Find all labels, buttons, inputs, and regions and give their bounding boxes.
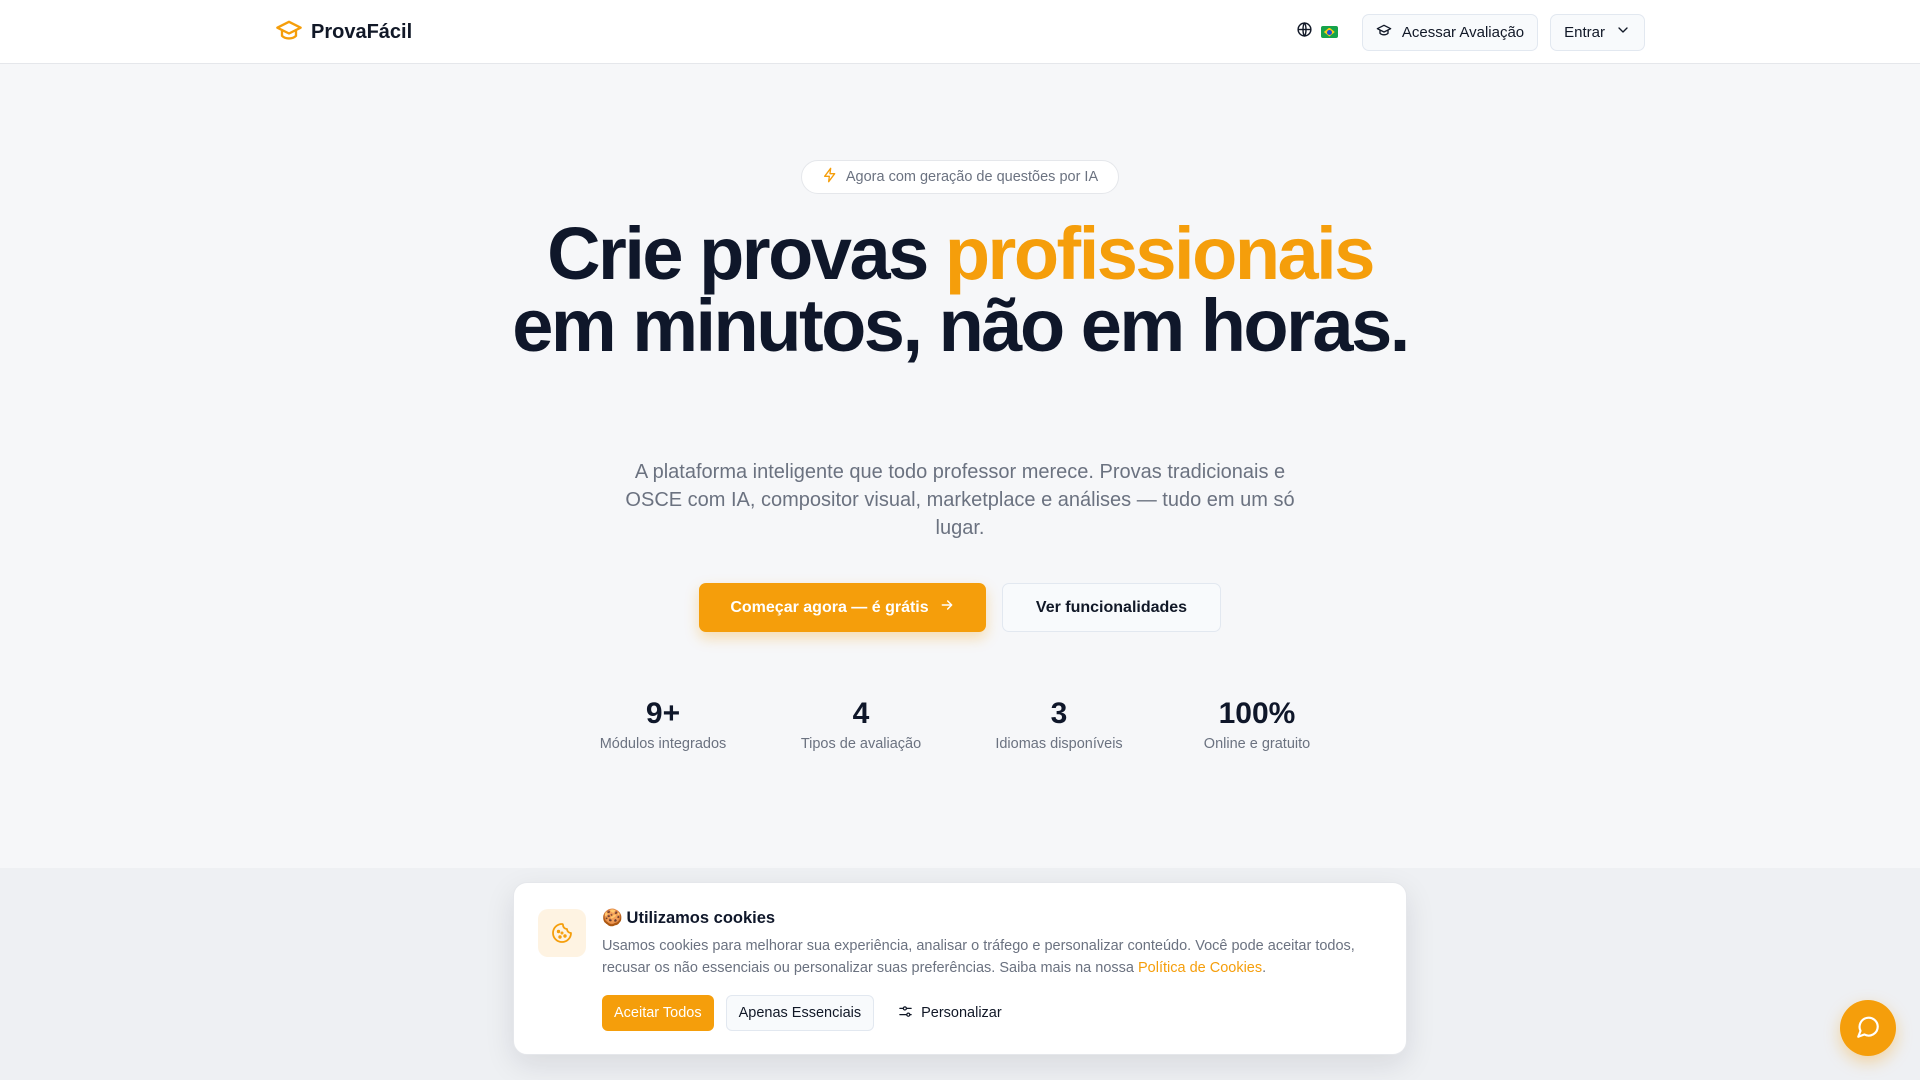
cookie-text-end: . bbox=[1262, 960, 1267, 976]
cookie-actions: Aceitar Todos Apenas Essenciais Personal… bbox=[602, 995, 1014, 1031]
customize-label: Personalizar bbox=[921, 1005, 1002, 1021]
accept-all-cookies-button[interactable]: Aceitar Todos bbox=[602, 995, 714, 1031]
stat-item: 100% Online e gratuito bbox=[1167, 694, 1347, 752]
essential-only-button[interactable]: Apenas Essenciais bbox=[725, 995, 875, 1031]
start-now-button[interactable]: Começar agora — é grátis bbox=[699, 583, 986, 632]
cookie-consent-banner: 🍪 Utilizamos cookies Usamos cookies para… bbox=[513, 882, 1407, 1055]
cookie-emoji-icon: 🍪 bbox=[602, 909, 623, 927]
start-now-label: Começar agora — é grátis bbox=[730, 598, 929, 616]
cookie-policy-link[interactable]: Política de Cookies bbox=[1138, 960, 1262, 976]
view-features-button[interactable]: Ver funcionalidades bbox=[1002, 583, 1221, 632]
graduation-cap-icon bbox=[1376, 22, 1392, 42]
cookie-title-text: Utilizamos cookies bbox=[626, 909, 776, 927]
access-evaluation-button[interactable]: Acessar Avaliação bbox=[1361, 13, 1539, 51]
message-circle-icon bbox=[1855, 1014, 1881, 1043]
stat-label: Tipos de avaliação bbox=[800, 736, 922, 752]
stat-item: 3 Idiomas disponíveis bbox=[969, 694, 1149, 752]
hero-title-part1: Crie provas bbox=[547, 212, 945, 295]
signin-label: Entrar bbox=[1564, 23, 1605, 41]
cookie-icon bbox=[538, 909, 586, 957]
brand-name: ProvaFácil bbox=[311, 20, 413, 43]
signin-dropdown-button[interactable]: Entrar bbox=[1550, 13, 1645, 51]
brand-logo-link[interactable]: ProvaFácil bbox=[275, 18, 412, 46]
header-actions: Acessar Avaliação Entrar bbox=[1296, 13, 1645, 51]
stat-label: Módulos integrados bbox=[599, 736, 727, 752]
stat-value: 9+ bbox=[645, 697, 681, 730]
access-evaluation-label: Acessar Avaliação bbox=[1401, 23, 1525, 41]
sliders-icon bbox=[898, 1004, 913, 1023]
language-switcher[interactable] bbox=[1296, 21, 1338, 43]
top-navbar: ProvaFácil Acessar Avaliação Entrar bbox=[0, 0, 1920, 64]
stat-label: Online e gratuito bbox=[1203, 736, 1311, 752]
customize-cookies-button[interactable]: Personalizar bbox=[886, 995, 1014, 1031]
stat-value: 3 bbox=[1050, 697, 1068, 730]
stat-value: 4 bbox=[852, 697, 870, 730]
stats-row: 9+ Módulos integrados 4 Tipos de avaliaç… bbox=[0, 694, 1920, 754]
cookie-title: 🍪 Utilizamos cookies bbox=[602, 909, 775, 928]
stat-label: Idiomas disponíveis bbox=[995, 736, 1123, 752]
cookie-description: Usamos cookies para melhorar sua experiê… bbox=[602, 935, 1392, 979]
chevron-down-icon bbox=[1615, 22, 1631, 42]
graduation-cap-icon bbox=[275, 16, 303, 49]
hero-subtitle: A plataforma inteligente que todo profes… bbox=[625, 461, 1295, 539]
stat-item: 4 Tipos de avaliação bbox=[771, 694, 951, 752]
brazil-flag-icon bbox=[1320, 26, 1338, 38]
badge-text: Agora com geração de questões por IA bbox=[845, 169, 1099, 185]
lightning-icon bbox=[822, 167, 838, 187]
arrow-right-icon bbox=[939, 597, 955, 618]
hero-title-highlight: profissionais bbox=[944, 212, 1376, 295]
stat-value: 100% bbox=[1218, 697, 1296, 730]
stat-item: 9+ Módulos integrados bbox=[573, 694, 753, 752]
hero-title: Crie provas profissionais em minutos, nã… bbox=[460, 217, 1460, 363]
hero-title-part2: em minutos, não em horas. bbox=[512, 284, 1410, 367]
globe-icon bbox=[1296, 21, 1313, 43]
chat-support-button[interactable] bbox=[1840, 1000, 1896, 1056]
ai-feature-badge: Agora com geração de questões por IA bbox=[801, 160, 1119, 194]
hero-cta-group: Começar agora — é grátis Ver funcionalid… bbox=[699, 583, 1221, 632]
